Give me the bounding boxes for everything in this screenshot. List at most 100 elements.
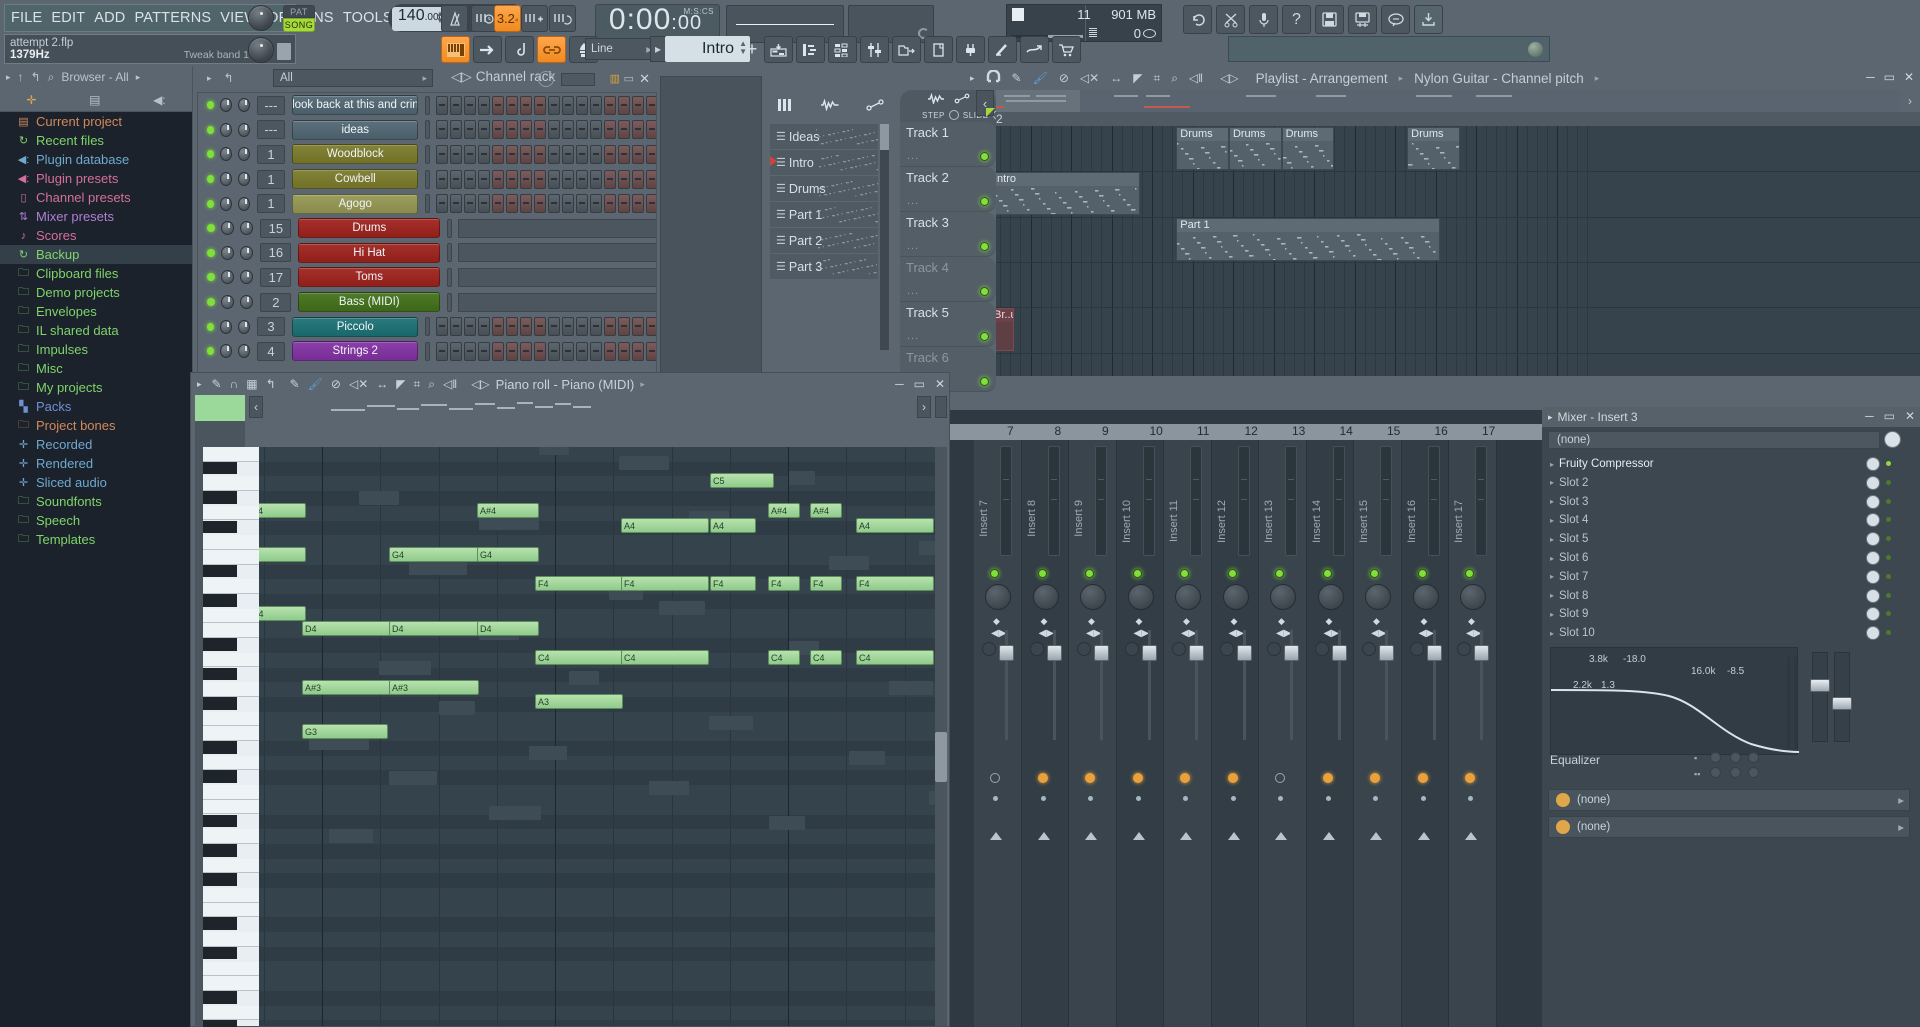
piano-key-Cs4[interactable] bbox=[203, 770, 237, 784]
mixer-record-dot[interactable] bbox=[1325, 796, 1331, 801]
mixer-record-dot[interactable] bbox=[993, 796, 998, 801]
send-row-1[interactable]: (none) ▸ bbox=[1548, 789, 1910, 811]
piano-grid-row[interactable] bbox=[259, 447, 935, 462]
pr-delete-icon[interactable]: ⊘ bbox=[331, 377, 341, 391]
eq-knob-4[interactable] bbox=[1710, 767, 1721, 778]
send-to-playlist-icon[interactable] bbox=[473, 36, 502, 63]
mixer-send-knob[interactable] bbox=[1175, 584, 1201, 610]
eq-knob-1[interactable] bbox=[1710, 752, 1721, 763]
step-button[interactable] bbox=[520, 120, 532, 140]
microphone-icon[interactable] bbox=[1249, 5, 1278, 34]
delete-tool-icon[interactable]: ⊘ bbox=[1059, 71, 1069, 85]
channel-name-button[interactable]: i'll look back at this and cringe bbox=[292, 95, 419, 116]
piano-key-A4[interactable] bbox=[203, 652, 259, 668]
slot-mix-knob[interactable] bbox=[1866, 607, 1880, 622]
pr-tool-undo-icon[interactable]: ↰ bbox=[266, 377, 276, 391]
picker-item-drums[interactable]: ☰ Drums bbox=[770, 176, 878, 201]
step-button[interactable] bbox=[478, 341, 490, 361]
equalizer-display[interactable]: 3.8k -18.0 16.0k -8.5 2.2k 1.3 bbox=[1550, 647, 1799, 755]
channel-name-button[interactable]: Strings 2 bbox=[292, 341, 419, 362]
mixer-arm-button[interactable] bbox=[1085, 773, 1095, 783]
insert-preset-selector[interactable]: (none) bbox=[1548, 431, 1880, 449]
slot-mix-knob[interactable] bbox=[1866, 588, 1880, 603]
step-button[interactable] bbox=[632, 95, 644, 115]
picker-item-ideas[interactable]: ☰ Ideas bbox=[770, 124, 878, 149]
pattern-picker-list[interactable]: ☰ Ideas ☰ Intro ☰ Drums ☰ Part 1 ☰ Part 2 ☰ Part 3 bbox=[770, 124, 878, 280]
step-button[interactable] bbox=[632, 120, 644, 140]
mixer-route-arrow-icon[interactable] bbox=[1085, 832, 1097, 840]
playlist-ruler[interactable]: 23456789101112131415 bbox=[996, 112, 1920, 126]
browser-item-recent-files[interactable]: ↻ Recent files bbox=[0, 131, 192, 150]
step-button[interactable] bbox=[534, 317, 546, 337]
step-button[interactable] bbox=[520, 144, 532, 164]
piano-note[interactable]: A#3 bbox=[302, 680, 392, 695]
channel-step-area-empty[interactable] bbox=[457, 243, 656, 263]
channel-volume-knob[interactable] bbox=[237, 147, 250, 162]
slot-mix-knob[interactable] bbox=[1866, 494, 1880, 509]
step-button[interactable] bbox=[576, 169, 588, 189]
mixer-updown-icon[interactable]: ◆ bbox=[1468, 616, 1475, 627]
playlist-clip[interactable]: Drums bbox=[1176, 127, 1229, 170]
channel-step-sequencer[interactable] bbox=[436, 341, 656, 361]
step-button[interactable] bbox=[618, 144, 630, 164]
draw-tool-pencil-icon[interactable]: ✎ bbox=[1012, 71, 1022, 85]
slot-expand-icon[interactable]: ▸ bbox=[1550, 460, 1554, 469]
eq-knob-2[interactable] bbox=[1730, 752, 1741, 763]
mixer-strip[interactable]: Insert 16 ◆ ◀▶ bbox=[1401, 440, 1449, 1027]
slot-expand-icon[interactable]: ▸ bbox=[1550, 572, 1554, 581]
step-button[interactable] bbox=[450, 120, 462, 140]
playlist-clip[interactable]: Drums bbox=[1407, 127, 1460, 170]
channel-row[interactable]: --- ideas bbox=[198, 118, 656, 143]
browser-item-packs[interactable]: ▚ Packs bbox=[0, 397, 192, 416]
select-tool-icon[interactable]: ⌗ bbox=[1153, 71, 1160, 86]
mixer-pan-knob[interactable] bbox=[1077, 642, 1091, 656]
mixer-route-arrow-icon[interactable] bbox=[1180, 832, 1192, 840]
step-button[interactable] bbox=[520, 341, 532, 361]
step-button[interactable] bbox=[450, 144, 462, 164]
step-button[interactable] bbox=[548, 317, 560, 337]
project-picker-icon[interactable] bbox=[924, 36, 953, 63]
slot-expand-icon[interactable]: ▸ bbox=[1550, 591, 1554, 600]
rack-pattern-icon[interactable]: ▥ bbox=[610, 72, 620, 85]
piano-key-A3[interactable] bbox=[203, 829, 259, 844]
slot-mix-knob[interactable] bbox=[1866, 626, 1880, 641]
piano-roll-vscrollbar[interactable] bbox=[935, 447, 947, 1026]
mixer-volume-cap[interactable] bbox=[1141, 645, 1157, 661]
track-options-dots[interactable]: ... bbox=[907, 285, 919, 297]
browser-item-impulses[interactable]: 🗀 Impulses bbox=[0, 340, 192, 359]
step-button[interactable] bbox=[646, 341, 656, 361]
track-enable-led[interactable] bbox=[980, 242, 989, 251]
piano-grid-row[interactable] bbox=[259, 814, 935, 830]
step-button[interactable] bbox=[436, 144, 448, 164]
playlist-clip[interactable]: Drums bbox=[1281, 127, 1335, 170]
step-button[interactable] bbox=[590, 169, 602, 189]
channel-volume-knob[interactable] bbox=[237, 172, 250, 187]
mixer-arm-button[interactable] bbox=[1132, 773, 1143, 783]
channel-pan-knob[interactable] bbox=[220, 221, 234, 236]
channel-step-sequencer[interactable] bbox=[436, 95, 656, 115]
mixer-volume-cap[interactable] bbox=[999, 645, 1014, 661]
channel-name-button[interactable]: Woodblock bbox=[292, 144, 419, 165]
step-button[interactable] bbox=[562, 120, 574, 140]
mixer-enable-led[interactable] bbox=[1370, 569, 1379, 578]
step-button[interactable] bbox=[534, 341, 546, 361]
browser-tab-file-icon[interactable]: ▤ bbox=[89, 93, 100, 107]
pr-vertical-scrollbar-top[interactable] bbox=[935, 396, 947, 418]
piano-key-Fs3[interactable] bbox=[203, 873, 237, 886]
picker-automation-icon[interactable] bbox=[866, 98, 884, 114]
effect-slot[interactable]: ▸ Slot 8 bbox=[1548, 587, 1891, 605]
master-pitch-knob[interactable] bbox=[248, 37, 274, 63]
piano-grid-row[interactable] bbox=[259, 903, 935, 918]
channel-step-sequencer[interactable] bbox=[436, 317, 656, 337]
browser-item-backup[interactable]: ↻ Backup bbox=[0, 245, 192, 264]
piano-grid-row[interactable] bbox=[259, 785, 935, 800]
step-button[interactable] bbox=[492, 120, 504, 140]
piano-roll-icon[interactable] bbox=[441, 36, 470, 63]
piano-key-Gs5[interactable] bbox=[203, 491, 237, 504]
mixer-arm-button[interactable] bbox=[990, 773, 1000, 783]
piano-key-As5[interactable] bbox=[203, 461, 237, 475]
playlist-track-header[interactable]: Track 4... bbox=[900, 257, 996, 302]
channel-volume-knob[interactable] bbox=[239, 295, 254, 310]
step-button[interactable] bbox=[534, 144, 546, 164]
playlist-window-icon[interactable] bbox=[764, 36, 793, 63]
